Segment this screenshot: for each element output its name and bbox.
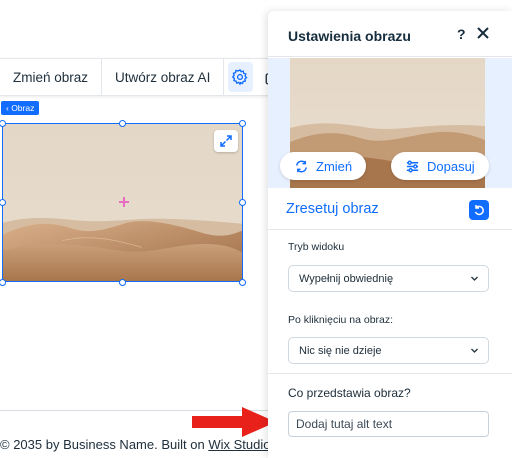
resize-handle-bottom-right[interactable] <box>239 279 246 286</box>
display-mode-value: Wypełnij obwiednię <box>299 272 394 285</box>
image-toolbar: Zmień obraz Utwórz obraz AI <box>0 58 290 96</box>
create-ai-image-button[interactable]: Utwórz obraz AI <box>102 59 225 95</box>
expand-icon[interactable] <box>214 130 238 152</box>
resize-handle-bottom[interactable] <box>119 279 126 286</box>
panel-header: Ustawienia obrazu ? <box>268 11 512 57</box>
reset-row: Zresetuj obraz <box>268 188 512 230</box>
swap-icon <box>296 160 307 172</box>
on-click-value: Nic się nie dzieje <box>299 344 382 357</box>
change-label: Zmień <box>316 158 353 174</box>
red-arrow-icon <box>192 407 276 437</box>
resize-handle-bottom-left[interactable] <box>0 279 6 286</box>
reset-icon[interactable] <box>469 200 489 220</box>
resize-handle-top[interactable] <box>119 120 126 127</box>
close-icon[interactable] <box>476 26 490 40</box>
on-click-label: Po kliknięciu na obraz: <box>288 314 394 326</box>
reset-image-link[interactable]: Zresetuj obraz <box>286 201 379 217</box>
on-click-select[interactable]: Nic się nie dzieje <box>288 337 489 364</box>
element-breadcrumb-tag[interactable]: ‹ Obraz <box>1 101 40 115</box>
chevron-down-icon <box>471 348 478 353</box>
footer-text: © 2035 by Business Name. Built on <box>0 437 209 452</box>
change-image-button[interactable]: Zmień obraz <box>0 59 103 95</box>
panel-title: Ustawienia obrazu <box>288 28 411 44</box>
resize-handle-right[interactable] <box>239 199 246 206</box>
resize-handle-top-right[interactable] <box>239 120 246 127</box>
adjust-image-pill-button[interactable]: Dopasuj <box>391 152 489 180</box>
alt-text-input[interactable] <box>288 411 489 437</box>
chevron-down-icon <box>471 276 478 281</box>
display-mode-label: Tryb widoku <box>288 241 345 253</box>
section-divider <box>268 373 512 374</box>
help-icon[interactable]: ? <box>457 26 466 42</box>
focal-point-icon[interactable] <box>119 197 129 207</box>
sliders-icon <box>406 160 419 172</box>
adjust-label: Dopasuj <box>427 158 475 174</box>
alt-text-label: Co przedstawia obraz? <box>288 386 411 400</box>
gear-icon[interactable] <box>228 62 253 92</box>
image-settings-panel: Ustawienia obrazu ? Zmień Dopasuj Zreset… <box>268 11 512 458</box>
change-image-pill-button[interactable]: Zmień <box>280 152 367 180</box>
display-mode-select[interactable]: Wypełnij obwiednię <box>288 265 489 292</box>
image-preview: Zmień Dopasuj <box>268 58 512 188</box>
